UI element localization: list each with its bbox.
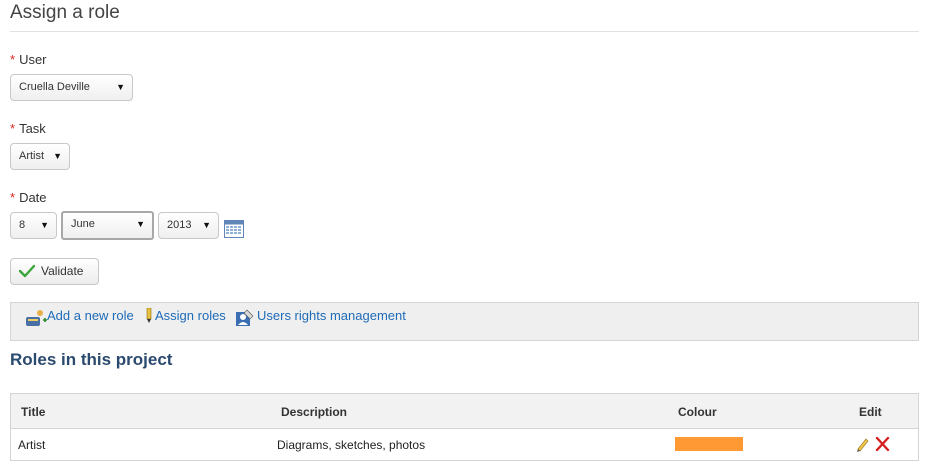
dropdown-arrow-icon: ▼ — [53, 151, 62, 161]
column-header-colour: Colour — [678, 405, 717, 419]
role-colour-swatch — [675, 437, 743, 451]
date-month-value: June — [71, 218, 95, 230]
validate-button-label: Validate — [41, 264, 84, 278]
column-header-title: Title — [21, 405, 46, 419]
user-select[interactable]: Cruella Deville ▼ — [10, 74, 133, 101]
page-title: Assign a role — [10, 2, 120, 23]
roles-table: Title Description Colour Edit Artist Dia… — [10, 393, 919, 461]
user-label-text: User — [19, 52, 47, 67]
role-title-cell: Artist — [18, 438, 46, 452]
task-select-value: Artist — [19, 150, 45, 162]
required-mark: * — [10, 121, 16, 136]
user-rights-icon — [236, 309, 254, 326]
required-mark: * — [10, 52, 16, 67]
add-role-icon — [26, 310, 47, 326]
user-select-value: Cruella Deville — [19, 81, 90, 93]
title-divider — [10, 31, 919, 32]
dropdown-arrow-icon: ▼ — [40, 220, 49, 230]
date-label: * Date — [10, 190, 47, 205]
date-year-value: 2013 — [167, 219, 192, 231]
user-label: * User — [10, 52, 47, 67]
date-day-select[interactable]: 8 ▼ — [10, 212, 57, 239]
required-mark: * — [10, 190, 16, 205]
delete-x-icon[interactable] — [875, 437, 890, 451]
role-description-cell: Diagrams, sketches, photos — [277, 438, 426, 452]
dropdown-arrow-icon: ▼ — [116, 82, 125, 92]
roles-section-title: Roles in this project — [10, 350, 173, 369]
actions-toolbar: Add a new role Assign roles Users rights… — [10, 302, 919, 341]
roles-table-header — [11, 394, 918, 429]
add-role-label: Add a new role — [47, 308, 134, 323]
column-header-edit: Edit — [859, 405, 882, 419]
date-month-select[interactable]: June ▼ — [61, 211, 154, 240]
assign-roles-label: Assign roles — [155, 308, 226, 323]
pencil-icon — [146, 308, 152, 323]
edit-pencil-icon[interactable] — [855, 436, 871, 452]
date-year-select[interactable]: 2013 ▼ — [158, 212, 219, 239]
assign-roles-link[interactable]: Assign roles — [145, 308, 226, 323]
date-label-text: Date — [19, 190, 47, 205]
add-role-link[interactable]: Add a new role — [25, 308, 134, 326]
task-label: * Task — [10, 121, 46, 136]
validate-button[interactable]: Validate — [10, 258, 99, 285]
dropdown-arrow-icon: ▼ — [202, 220, 211, 230]
task-label-text: Task — [19, 121, 46, 136]
column-header-description: Description — [281, 405, 348, 419]
date-day-value: 8 — [19, 219, 26, 231]
user-rights-link[interactable]: Users rights management — [235, 308, 406, 326]
user-rights-label: Users rights management — [257, 308, 406, 323]
dropdown-arrow-icon: ▼ — [136, 219, 145, 229]
calendar-icon[interactable] — [224, 218, 244, 238]
task-select[interactable]: Artist ▼ — [10, 143, 70, 170]
checkmark-icon — [19, 264, 35, 278]
